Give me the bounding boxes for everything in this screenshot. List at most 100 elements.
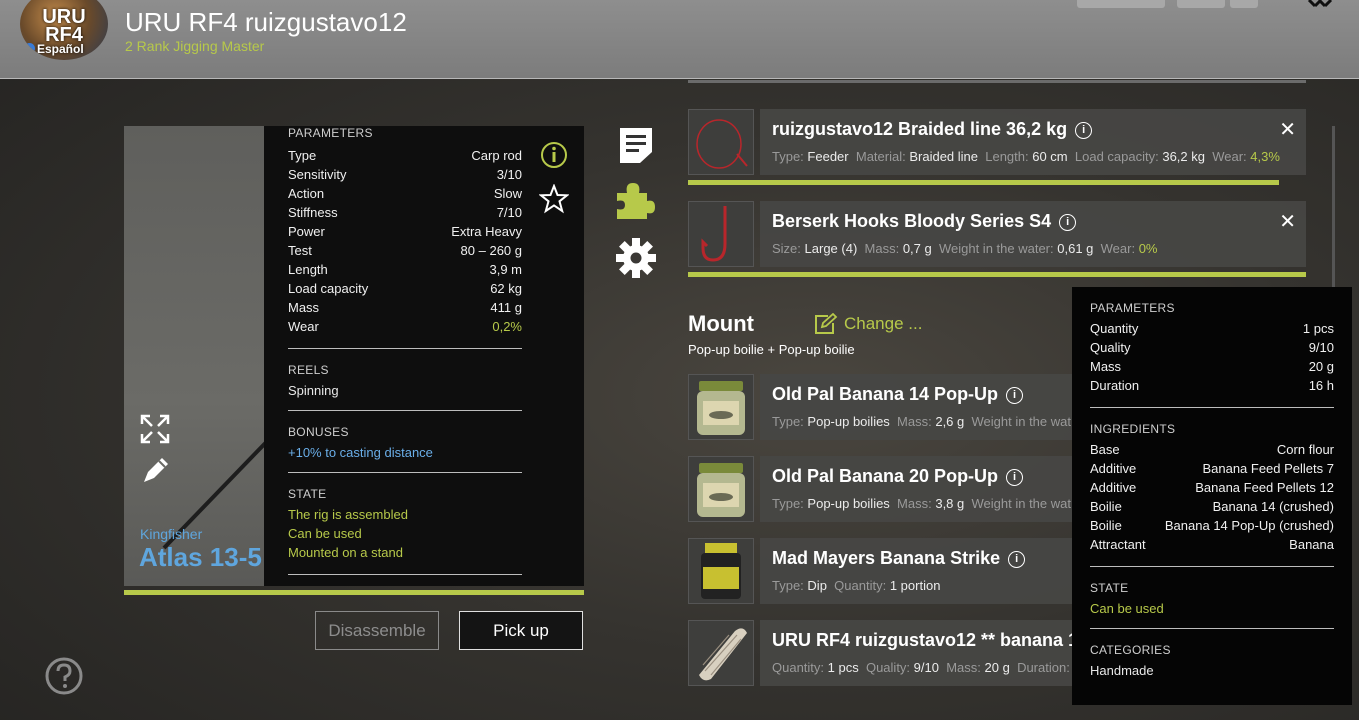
param-label: Wear [288, 319, 319, 334]
pencil-icon[interactable] [140, 456, 170, 486]
detail-label: Weight in the water: [938, 241, 1054, 256]
state-item: Can be used [288, 526, 362, 541]
state-item: The rig is assembled [288, 507, 408, 522]
param-row: Quality 9/10 [1090, 338, 1334, 357]
detail-label: Mass: [864, 241, 900, 256]
wear-value: 0% [1138, 241, 1158, 256]
param-row: Mass 411 g [288, 298, 522, 317]
param-row: Test 80 – 260 g [288, 241, 522, 260]
detail-value: 2,6 g [935, 414, 965, 429]
dip-thumbnail[interactable] [688, 538, 754, 604]
disassemble-button[interactable]: Disassemble [315, 611, 439, 650]
param-value: 9/10 [1308, 340, 1334, 355]
bait-thumbnail[interactable] [688, 456, 754, 522]
param-label: Additive [1090, 480, 1137, 495]
dip-item-name: Mad Mayers Banana Strike [772, 548, 1001, 568]
header-close-icon[interactable] [1307, 0, 1333, 8]
param-label: Length [288, 262, 328, 277]
detail-label: Quality: [865, 660, 911, 675]
dip-item-details: Type: Dip Quantity: 1 portion [772, 578, 940, 593]
param-row: Sensitivity 3/10 [288, 165, 522, 184]
info-icon[interactable]: i [1008, 551, 1026, 568]
param-label: Quantity [1090, 321, 1139, 336]
player-rank: 2 Rank Jigging Master [125, 38, 265, 54]
info-icon[interactable]: i [1075, 122, 1093, 139]
edit-icon [815, 313, 838, 334]
param-row: Power Extra Heavy [288, 222, 522, 241]
rod-brand: Kingfisher [140, 526, 203, 542]
item-tooltip: PARAMETERS Quantity 1 pcs Quality 9/10 Mass 2… [1072, 287, 1352, 705]
param-value: 7/10 [496, 205, 522, 220]
hook-item-card[interactable]: Berserk Hooks Bloody Series S4 i Size: La… [760, 201, 1306, 267]
boilie-thumbnail[interactable] [688, 620, 754, 686]
header-button-3[interactable] [1230, 0, 1258, 8]
star-icon[interactable] [539, 184, 569, 214]
param-value: Carp rod [471, 148, 522, 163]
line-item-title: ruizgustavo12 Braided line 36,2 kg i [772, 119, 1093, 140]
mount-subtitle: Pop-up boilie + Pop-up boilie [688, 342, 855, 357]
bait-item-name: Old Pal Banana 14 Pop-Up [772, 384, 999, 404]
param-label: Duration [1090, 378, 1140, 393]
param-label: Boilie [1090, 499, 1122, 514]
help-icon[interactable] [44, 656, 84, 696]
reels-value: Spinning [288, 383, 339, 398]
detail-label: Material: [855, 149, 906, 164]
document-icon[interactable] [618, 126, 654, 164]
detail-label: Weight in the wat [971, 496, 1071, 511]
param-label: Base [1090, 442, 1120, 457]
param-value: 3/10 [496, 167, 522, 182]
param-label: Boilie [1090, 518, 1122, 533]
param-row: Length 3,9 m [288, 260, 522, 279]
detail-value: 20 g [984, 660, 1010, 675]
pickup-button[interactable]: Pick up [459, 611, 583, 650]
bait-item-title: Old Pal Banana 20 Pop-Up i [772, 466, 1024, 487]
detail-value: 9/10 [913, 660, 939, 675]
param-value: Extra Heavy [451, 224, 522, 239]
change-mount-button[interactable]: Change ... [814, 313, 922, 335]
tooltip-categories-title: CATEGORIES [1090, 643, 1171, 657]
state-list: The rig is assembled Can be used Mounted o… [288, 505, 522, 562]
hook-item-details: Size: Large (4) Mass: 0,7 g Weight in th… [772, 241, 1158, 256]
puzzle-icon[interactable] [615, 181, 657, 221]
rod-parameters-list: Type Carp rod Sensitivity 3/10 Action Slow Sti… [288, 146, 522, 336]
parameters-title: PARAMETERS [288, 126, 373, 140]
expand-icon[interactable] [140, 414, 170, 444]
header-button-2[interactable] [1177, 0, 1225, 8]
line-thumbnail[interactable] [688, 109, 754, 175]
bait-thumbnail[interactable] [688, 374, 754, 440]
detail-value: 0,7 g [902, 241, 932, 256]
hook-thumbnail[interactable] [688, 201, 754, 267]
param-row: Boilie Banana 14 (crushed) [1090, 497, 1334, 516]
avatar[interactable]: URU RF4 Español [20, 0, 108, 60]
line-item-card[interactable]: ruizgustavo12 Braided line 36,2 kg i Type… [760, 109, 1306, 175]
info-icon[interactable]: i [1006, 469, 1024, 486]
param-value: Banana 14 Pop-Up (crushed) [1164, 518, 1334, 533]
detail-value: 60 cm [1032, 149, 1068, 164]
tooltip-parameters-list: Quantity 1 pcs Quality 9/10 Mass 20 g Duration… [1090, 319, 1334, 395]
state-item: Mounted on a stand [288, 545, 403, 560]
detail-label: Mass: [897, 496, 932, 511]
bonuses-title: BONUSES [288, 425, 349, 439]
divider [288, 348, 522, 349]
divider [1090, 407, 1334, 408]
detail-label: Wear: [1100, 241, 1136, 256]
tooltip-state-title: STATE [1090, 581, 1129, 595]
detail-value: 36,2 kg [1162, 149, 1205, 164]
param-value: 411 g [490, 300, 522, 315]
info-icon[interactable]: i [1059, 214, 1077, 231]
close-icon[interactable]: ✕ [1279, 117, 1296, 142]
gear-icon[interactable] [615, 237, 657, 279]
info-icon[interactable] [540, 141, 568, 169]
param-label: Stiffness [288, 205, 338, 220]
divider [288, 410, 522, 411]
param-value: Corn flour [1276, 442, 1334, 457]
header-button-1[interactable] [1077, 0, 1165, 8]
param-row: Action Slow [288, 184, 522, 203]
info-icon[interactable]: i [1006, 387, 1024, 404]
tooltip-parameters-title: PARAMETERS [1090, 301, 1175, 315]
close-icon[interactable]: ✕ [1279, 209, 1296, 234]
param-value: Banana Feed Pellets 12 [1195, 480, 1334, 495]
param-value: 62 kg [490, 281, 522, 296]
param-label: Power [288, 224, 325, 239]
param-row: Duration 16 h [1090, 376, 1334, 395]
